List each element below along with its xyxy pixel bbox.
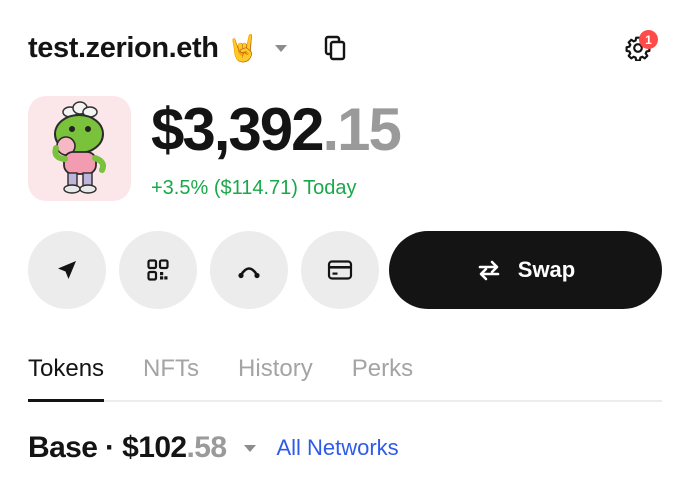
buy-button[interactable] [301,231,379,309]
swap-icon [478,260,500,281]
all-networks-link[interactable]: All Networks [276,435,398,461]
chevron-down-icon[interactable] [244,444,257,452]
copy-icon [324,35,346,61]
avatar-image [52,101,107,194]
card-icon [327,260,353,280]
tab-tokens[interactable]: Tokens [28,350,105,402]
qr-code-icon [147,259,169,281]
tab-perks[interactable]: Perks [352,350,413,402]
tab-history[interactable]: History [238,350,313,402]
tab-nfts[interactable]: NFTs [143,350,199,402]
wallet-header: test.zerion.eth 🤘 1 [28,28,662,68]
receive-button[interactable] [119,231,197,309]
total-balance: $3,392.15 [151,100,402,160]
send-button[interactable] [28,231,106,309]
network-name-value: Base · $102 [28,431,187,464]
wallet-name[interactable]: test.zerion.eth [28,32,219,65]
network-summary: Base · $102.58 All Networks [28,428,399,468]
wallet-dropdown-icon[interactable] [274,44,287,52]
wallet-emoji: 🤘 [226,33,259,63]
network-cents: .58 [186,431,228,464]
swap-button[interactable]: Swap [389,231,662,309]
balance-main: $3,392 [151,96,325,163]
action-bar [28,231,392,309]
copy-address-button[interactable] [321,34,349,62]
portfolio-tabs: Tokens NFTs History Perks [28,350,662,402]
notification-badge: 1 [639,30,658,49]
send-icon [58,261,76,279]
avatar[interactable] [28,96,131,201]
settings-button[interactable]: 1 [620,30,658,66]
network-balance[interactable]: Base · $102.58 [28,431,228,465]
bridge-button[interactable] [210,231,288,309]
swap-label: Swap [517,257,576,282]
balance-change: +3.5% ($114.71) Today [151,177,357,199]
balance-cents: .15 [322,96,402,163]
bridge-icon [238,267,260,279]
